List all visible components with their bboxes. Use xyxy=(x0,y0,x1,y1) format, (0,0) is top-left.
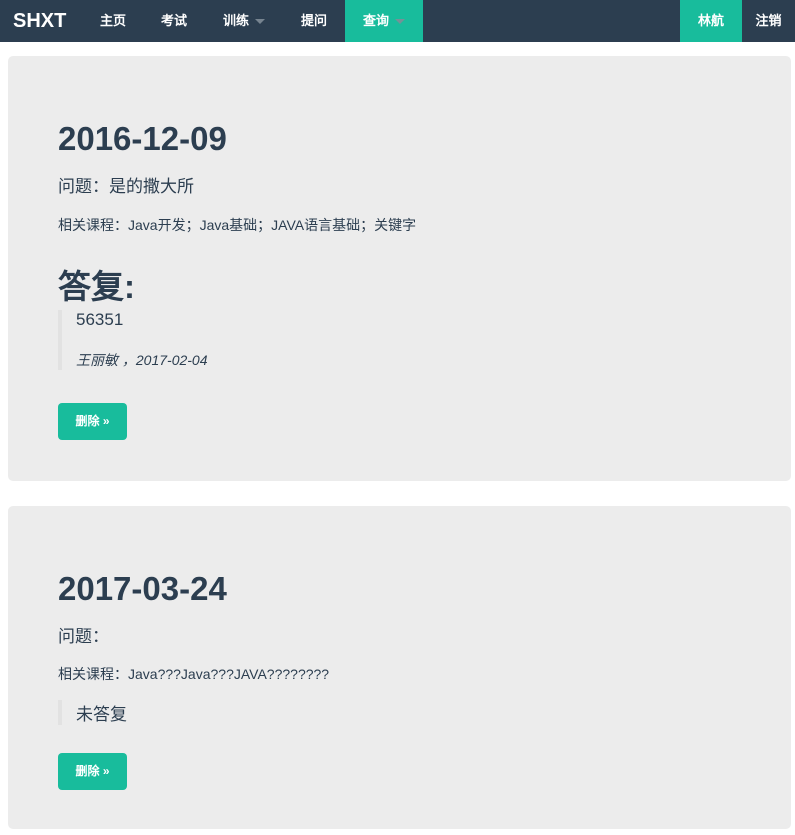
nav-item-label: 主页 xyxy=(99,13,126,28)
question-text: 问题：是的撒大所 xyxy=(58,177,194,196)
nav-item-label: 查询 xyxy=(362,13,389,28)
question-date: 2017-03-24 xyxy=(58,570,227,607)
nav-item-label: 提问 xyxy=(300,13,327,28)
related-courses: 相关课程：Java???Java???JAVA???????? xyxy=(58,666,330,682)
logout-label: 注销 xyxy=(755,13,782,28)
delete-button[interactable]: 删除 » xyxy=(58,753,127,790)
chevron-down-icon xyxy=(395,19,405,25)
user-name-label: 林航 xyxy=(697,13,724,28)
question-card: 2017-03-24 问题： 相关课程：Java???Java???JAVA??… xyxy=(8,506,791,829)
related-courses: 相关课程：Java开发；Java基础；JAVA语言基础；关键字 xyxy=(58,217,417,233)
answer-blockquote: 未答复 xyxy=(58,700,127,725)
top-navbar: SHXT 主页 考试 训练 提问 查询 林航 注销 xyxy=(0,0,795,42)
answer-text: 未答复 xyxy=(76,705,127,724)
logout-button[interactable]: 注销 xyxy=(742,0,795,42)
chevron-down-icon xyxy=(255,19,265,25)
nav-item-exam[interactable]: 考试 xyxy=(143,0,205,42)
nav-item-home[interactable]: 主页 xyxy=(83,0,143,42)
nav-item-label: 训练 xyxy=(222,13,249,28)
answer-blockquote: 56351 王丽敏 ，2017-02-04 xyxy=(58,310,208,370)
answer-author-date: 王丽敏 ，2017-02-04 xyxy=(76,352,208,368)
answer-text: 56351 xyxy=(76,310,124,329)
nav-item-training[interactable]: 训练 xyxy=(205,0,283,42)
reply-heading: 答复: xyxy=(58,268,135,305)
brand-logo[interactable]: SHXT xyxy=(13,0,66,42)
user-name-button[interactable]: 林航 xyxy=(680,0,742,42)
delete-button[interactable]: 删除 » xyxy=(58,403,127,440)
question-text: 问题： xyxy=(58,627,109,646)
nav-item-query[interactable]: 查询 xyxy=(345,0,423,42)
question-date: 2016-12-09 xyxy=(58,120,227,157)
question-card: 2016-12-09 问题：是的撒大所 相关课程：Java开发；Java基础；J… xyxy=(8,56,791,481)
nav-item-ask[interactable]: 提问 xyxy=(283,0,345,42)
nav-item-label: 考试 xyxy=(160,13,187,28)
